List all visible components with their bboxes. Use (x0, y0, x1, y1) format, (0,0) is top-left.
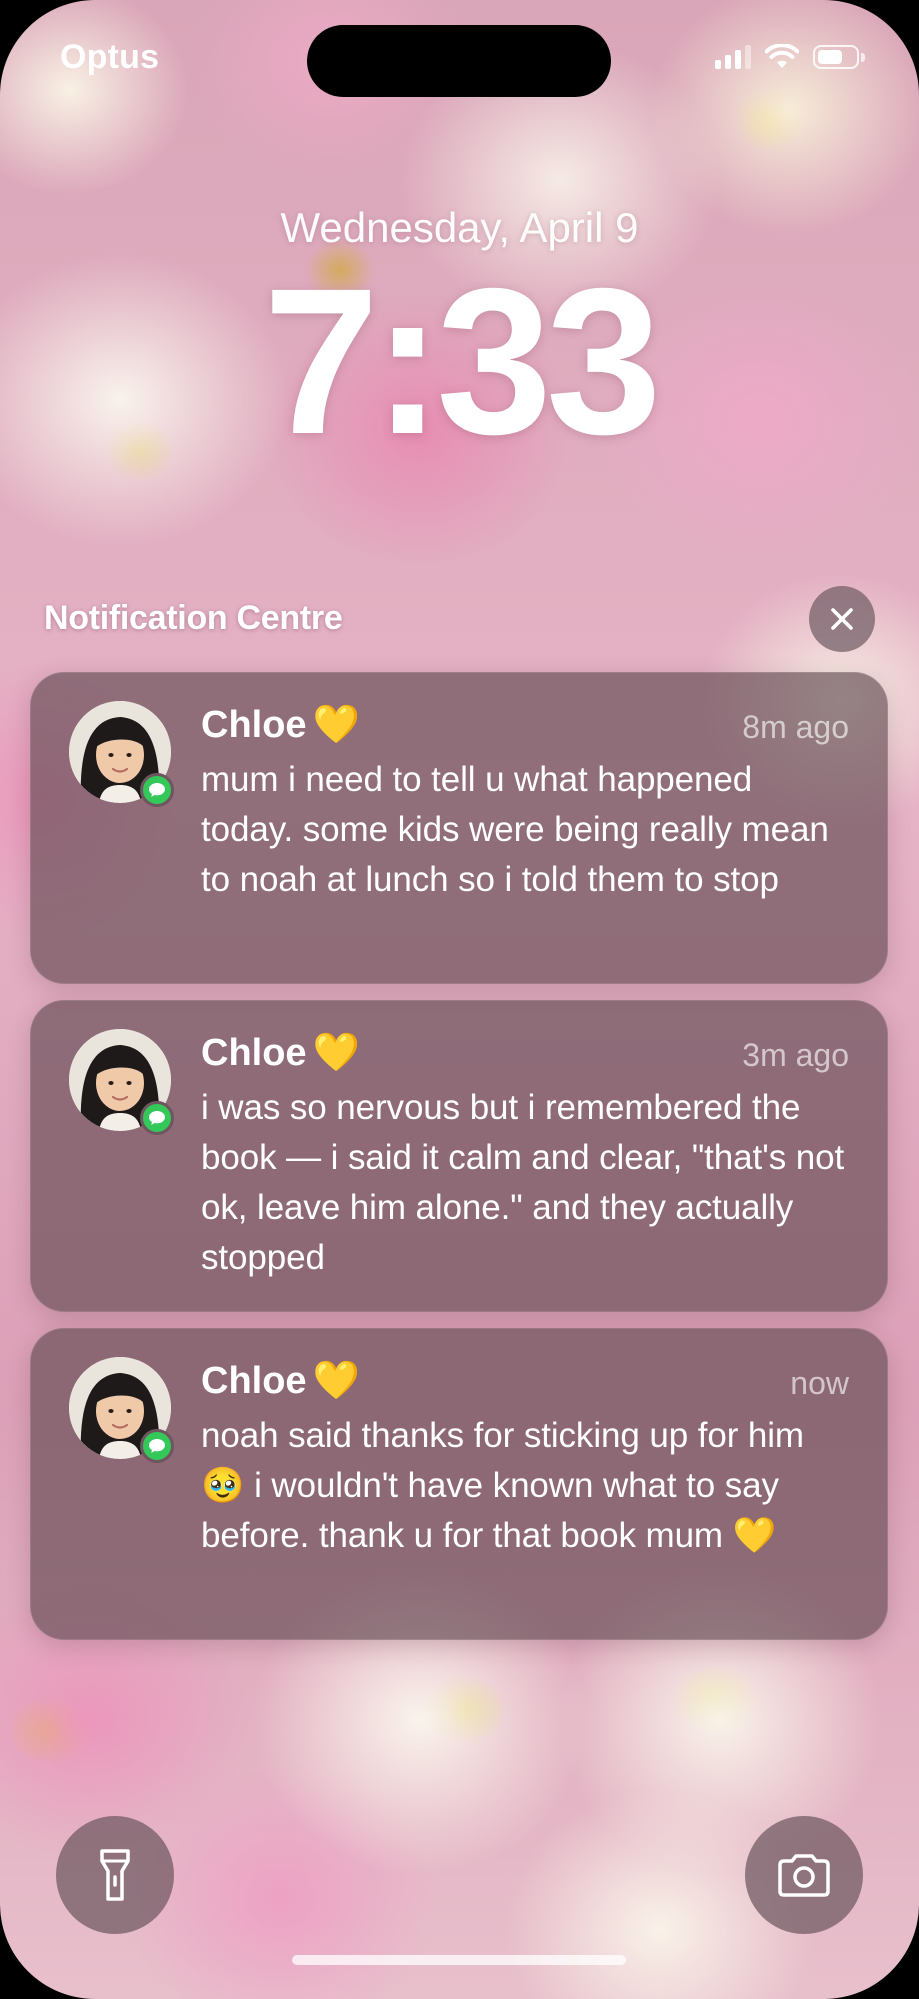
notification-card[interactable]: Chloe 💛 8m ago mum i need to tell u what … (30, 672, 888, 984)
battery-level (818, 50, 842, 64)
sender-name: Chloe 💛 (201, 704, 360, 746)
lock-date: Wednesday, April 9 (280, 204, 639, 251)
wifi-icon (765, 44, 799, 68)
close-icon (831, 608, 853, 630)
timestamp: 8m ago (742, 709, 849, 745)
home-indicator[interactable] (292, 1955, 626, 1965)
heart-emoji: 💛 (312, 704, 360, 746)
sender-name: Chloe 💛 (201, 1032, 360, 1074)
messages-icon (140, 773, 174, 807)
battery-icon (813, 45, 865, 69)
lock-time[interactable]: 7:33 (0, 258, 919, 466)
status-icons (715, 42, 865, 72)
avatar (69, 1357, 174, 1463)
avatar (69, 1029, 174, 1135)
message-text: noah said thanks for sticking up for him… (201, 1416, 804, 1555)
notification-card[interactable]: Chloe 💛 now noah said thanks for sticking… (30, 1328, 888, 1640)
clear-notifications-button[interactable] (809, 586, 875, 652)
dynamic-island (307, 25, 611, 97)
lock-screen: Optus Wednesday, April 9 7:33 Notificati… (0, 0, 919, 1999)
camera-icon (778, 1854, 830, 1897)
heart-emoji: 💛 (312, 1360, 360, 1402)
timestamp: 3m ago (742, 1037, 849, 1073)
messages-icon (140, 1429, 174, 1463)
camera-button[interactable] (745, 1816, 863, 1934)
avatar (69, 701, 174, 807)
notification-centre-title: Notification Centre (44, 599, 343, 637)
messages-icon (140, 1101, 174, 1135)
flashlight-button[interactable] (56, 1816, 174, 1934)
message-text: i was so nervous but i remembered the bo… (201, 1088, 845, 1277)
timestamp: now (790, 1365, 849, 1401)
message-text: mum i need to tell u what happened today… (201, 760, 829, 899)
cellular-signal-icon (715, 45, 751, 69)
carrier-name: Optus (60, 38, 160, 76)
heart-emoji: 💛 (312, 1032, 360, 1074)
notification-card[interactable]: Chloe 💛 3m ago i was so nervous but i rem… (30, 1000, 888, 1312)
flashlight-icon (100, 1849, 130, 1901)
sender-name: Chloe 💛 (201, 1360, 360, 1402)
